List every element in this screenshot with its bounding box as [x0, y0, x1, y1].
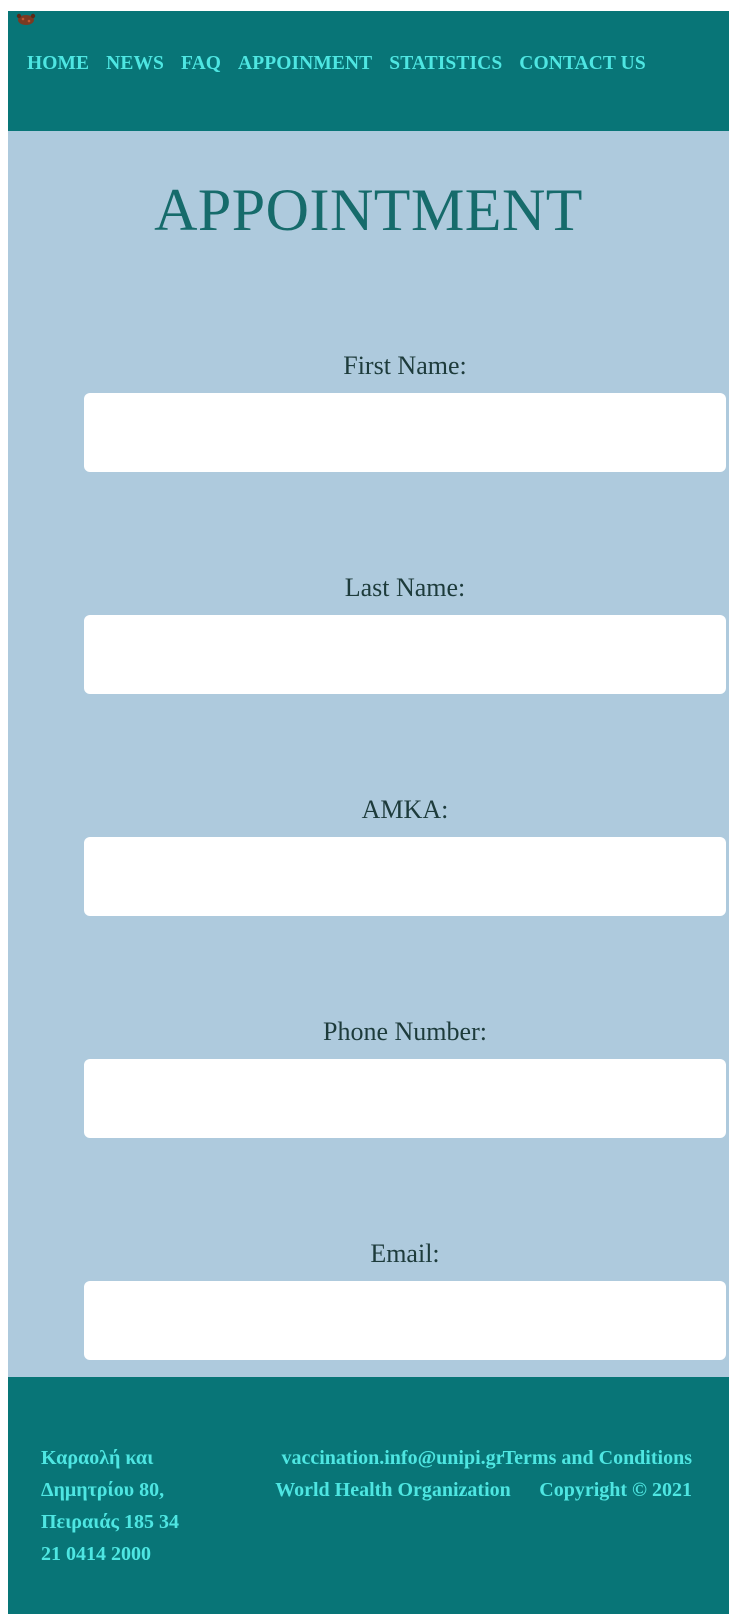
- nav-news[interactable]: NEWS: [106, 53, 164, 75]
- nav-contact-us[interactable]: CONTACT US: [519, 53, 646, 75]
- who-link[interactable]: World Health Organization: [258, 1474, 528, 1506]
- nav-home[interactable]: HOME: [27, 53, 89, 75]
- email-link[interactable]: vaccination.info@unipi.gr: [258, 1442, 528, 1474]
- nav-appointment[interactable]: APPOINMENT: [238, 53, 372, 75]
- address-line: Πειραιάς 185 34: [41, 1511, 179, 1533]
- first-name-label: First Name:: [343, 351, 467, 380]
- nav-faq[interactable]: FAQ: [181, 53, 221, 75]
- main-nav: HOME NEWS FAQ APPOINMENT STATISTICS CONT…: [27, 53, 646, 75]
- phone-number-label: Phone Number:: [323, 1017, 487, 1046]
- nav-statistics[interactable]: STATISTICS: [389, 53, 502, 75]
- copyright: Copyright © 2021: [539, 1479, 692, 1501]
- last-name-label: Last Name:: [344, 573, 466, 602]
- footer: Καραολή και Δημητρίου 80, Πειραιάς 185 3…: [8, 1377, 729, 1614]
- amka-label: AMKA:: [361, 795, 449, 824]
- address-line: Καραολή και: [41, 1447, 154, 1469]
- terms-link[interactable]: Terms and Conditions: [492, 1442, 692, 1474]
- phone-number: 21 0414 2000: [41, 1543, 151, 1565]
- appointment-form: APPOINTMENT First Name: Last Name: AMKA:…: [8, 131, 729, 1377]
- email-input[interactable]: [84, 1281, 726, 1360]
- last-name-input[interactable]: [84, 615, 726, 694]
- amka-input[interactable]: [84, 837, 726, 916]
- email-label: Email:: [370, 1239, 440, 1268]
- first-name-input[interactable]: [84, 393, 726, 472]
- footer-address: Καραολή και Δημητρίου 80, Πειραιάς 185 3…: [41, 1442, 241, 1570]
- footer-legal: Terms and Conditions Copyright © 2021: [492, 1442, 692, 1506]
- virus-logo-icon[interactable]: [14, 12, 38, 26]
- header-bar: HOME NEWS FAQ APPOINMENT STATISTICS CONT…: [8, 11, 729, 131]
- footer-links: vaccination.info@unipi.gr World Health O…: [258, 1442, 528, 1506]
- phone-number-input[interactable]: [84, 1059, 726, 1138]
- page-title: APPOINTMENT: [154, 177, 583, 243]
- address-line: Δημητρίου 80,: [41, 1479, 165, 1501]
